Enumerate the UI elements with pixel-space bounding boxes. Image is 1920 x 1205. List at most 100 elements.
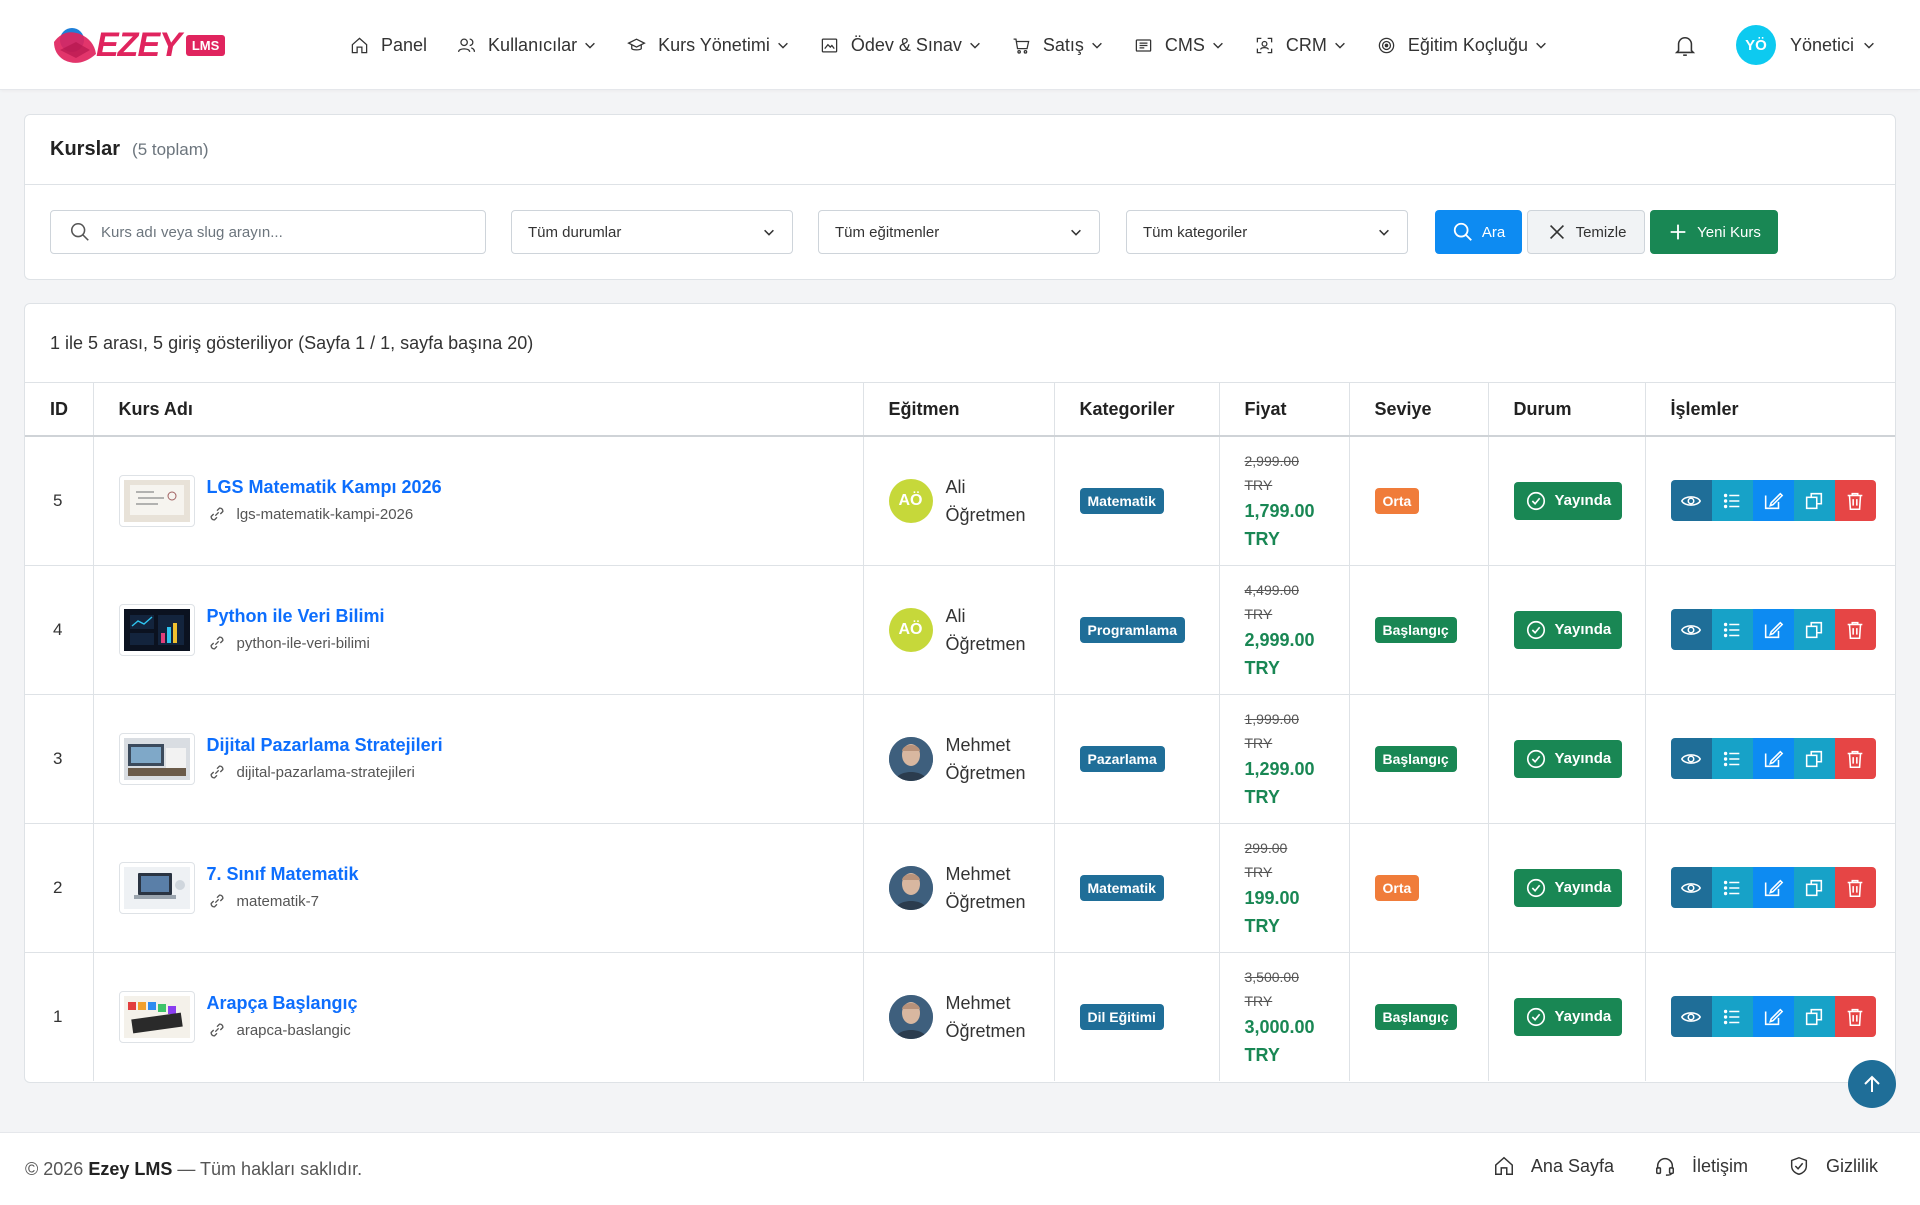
- column-header-teacher[interactable]: Eğitmen: [863, 383, 1055, 437]
- delete-button[interactable]: [1834, 738, 1876, 779]
- edit-button[interactable]: [1752, 867, 1794, 908]
- view-button[interactable]: [1670, 609, 1712, 650]
- table-row: 5 LGS Matematik Kampı 2026 lgs-matematik…: [25, 436, 1895, 566]
- cell-category: Pazarlama: [1054, 694, 1220, 824]
- teacher-first-name: Ali: [945, 476, 966, 497]
- table-row: 2 7. Sınıf Matematik matematik-7 Mehmet …: [25, 823, 1895, 953]
- nav-egitim-koclugu[interactable]: Eğitim Koçluğu: [1377, 25, 1548, 65]
- scroll-to-top-button[interactable]: [1848, 1060, 1896, 1108]
- price-old: 1,999.00: [1244, 710, 1300, 727]
- status-select[interactable]: Tüm durumlar: [511, 210, 793, 254]
- teacher-title: Öğretmen: [945, 762, 1026, 783]
- edit-button[interactable]: [1752, 738, 1794, 779]
- nav-crm[interactable]: CRM: [1255, 25, 1347, 65]
- course-thumbnail: [118, 603, 195, 656]
- list-icon: [1723, 493, 1740, 508]
- level-badge: Başlangıç: [1374, 745, 1457, 772]
- nav-odev-sinav[interactable]: Ödev & Sınav: [820, 25, 982, 65]
- teacher-name: Mehmet Öğretmen: [946, 989, 1036, 1045]
- trash-icon: [1847, 1008, 1863, 1026]
- search-input[interactable]: [101, 223, 471, 241]
- curriculum-button[interactable]: [1711, 738, 1753, 779]
- column-header-status[interactable]: Durum: [1488, 383, 1646, 437]
- trash-icon: [1847, 879, 1863, 897]
- status-select-value: Tüm durumlar: [528, 223, 622, 241]
- avatar: YÖ: [1736, 25, 1776, 65]
- course-name-link[interactable]: Arapça Başlangıç: [207, 993, 358, 1014]
- view-button[interactable]: [1670, 738, 1712, 779]
- footer-link-home[interactable]: Ana Sayfa: [1493, 1155, 1614, 1177]
- curriculum-button[interactable]: [1711, 867, 1753, 908]
- edit-button[interactable]: [1752, 480, 1794, 522]
- level-badge: Orta: [1374, 874, 1420, 901]
- view-button[interactable]: [1670, 867, 1712, 908]
- check-circle-icon: [1526, 491, 1545, 510]
- cell-course: 7. Sınıf Matematik matematik-7: [93, 823, 864, 953]
- avatar: AÖ: [888, 478, 933, 523]
- nav-kullanicilar[interactable]: Kullanıcılar: [457, 25, 597, 65]
- duplicate-button[interactable]: [1793, 738, 1835, 779]
- curriculum-button[interactable]: [1711, 996, 1753, 1038]
- new-course-button[interactable]: Yeni Kurs: [1650, 210, 1778, 254]
- footer-link-contact[interactable]: İletişim: [1654, 1155, 1748, 1177]
- level-badge: Başlangıç: [1374, 616, 1457, 643]
- edit-icon: [1764, 1008, 1784, 1025]
- duplicate-button[interactable]: [1793, 609, 1835, 650]
- column-header-name[interactable]: Kurs Adı: [93, 383, 864, 437]
- nav-cms[interactable]: CMS: [1134, 25, 1225, 65]
- teacher-first-name: Ali: [945, 605, 966, 626]
- column-header-price[interactable]: Fiyat: [1219, 383, 1350, 437]
- nav-panel[interactable]: Panel: [350, 25, 427, 65]
- category-badge: Programlama: [1079, 616, 1185, 643]
- footer-link-privacy[interactable]: Gizlilik: [1788, 1155, 1878, 1177]
- column-header-categories[interactable]: Kategoriler: [1054, 383, 1220, 437]
- avatar: [888, 865, 933, 910]
- course-name-link[interactable]: 7. Sınıf Matematik: [207, 864, 359, 885]
- eye-icon: [1680, 882, 1702, 893]
- bell-icon[interactable]: [1674, 34, 1696, 58]
- headset-icon: [1656, 1158, 1674, 1176]
- courses-table: ID Kurs Adı Eğitmen Kategoriler Fiyat Se…: [25, 383, 1895, 1081]
- user-menu[interactable]: YÖ Yönetici: [1736, 25, 1876, 65]
- category-select-value: Tüm kategoriler: [1143, 223, 1248, 241]
- search-button[interactable]: Ara: [1435, 210, 1522, 254]
- price-new-currency: TRY: [1244, 786, 1280, 807]
- edit-button[interactable]: [1752, 996, 1794, 1038]
- column-header-id[interactable]: ID: [25, 383, 94, 437]
- nav-satis[interactable]: Satış: [1012, 25, 1104, 65]
- clear-button-label: Temizle: [1575, 223, 1627, 241]
- nav-kurs-yonetimi[interactable]: Kurs Yönetimi: [627, 25, 790, 65]
- edit-button[interactable]: [1752, 609, 1794, 650]
- duplicate-button[interactable]: [1793, 996, 1835, 1038]
- nav-label: Ödev & Sınav: [850, 34, 962, 55]
- delete-button[interactable]: [1834, 867, 1876, 908]
- course-name-link[interactable]: Dijital Pazarlama Stratejileri: [207, 735, 443, 756]
- course-name-link[interactable]: Python ile Veri Bilimi: [207, 606, 385, 627]
- delete-button[interactable]: [1834, 480, 1876, 522]
- check-circle-icon: [1526, 749, 1545, 768]
- teacher-select-value: Tüm eğitmenler: [835, 223, 940, 241]
- course-name-link[interactable]: LGS Matematik Kampı 2026: [207, 477, 442, 498]
- category-select[interactable]: Tüm kategoriler: [1126, 210, 1408, 254]
- column-header-level[interactable]: Seviye: [1349, 383, 1489, 437]
- curriculum-button[interactable]: [1711, 480, 1753, 522]
- chevron-down-icon: [585, 42, 595, 49]
- view-button[interactable]: [1670, 480, 1712, 522]
- slug-text: python-ile-veri-bilimi: [236, 634, 370, 652]
- teacher-select[interactable]: Tüm eğitmenler: [818, 210, 1100, 254]
- users-icon: [457, 38, 476, 52]
- card-header: Kurslar (5 toplam): [25, 115, 1895, 185]
- curriculum-button[interactable]: [1711, 609, 1753, 650]
- brand-logo[interactable]: EZEY LMS: [50, 20, 226, 70]
- chevron-down-icon: [1213, 42, 1223, 49]
- price-old-currency: TRY: [1244, 992, 1273, 1009]
- price-old: 4,499.00: [1244, 581, 1300, 598]
- delete-button[interactable]: [1834, 609, 1876, 650]
- clear-button[interactable]: Temizle: [1527, 210, 1645, 254]
- delete-button[interactable]: [1834, 996, 1876, 1038]
- duplicate-button[interactable]: [1793, 867, 1835, 908]
- duplicate-button[interactable]: [1793, 480, 1835, 522]
- view-button[interactable]: [1670, 996, 1712, 1038]
- search-icon: [70, 222, 89, 241]
- avatar: [888, 736, 933, 781]
